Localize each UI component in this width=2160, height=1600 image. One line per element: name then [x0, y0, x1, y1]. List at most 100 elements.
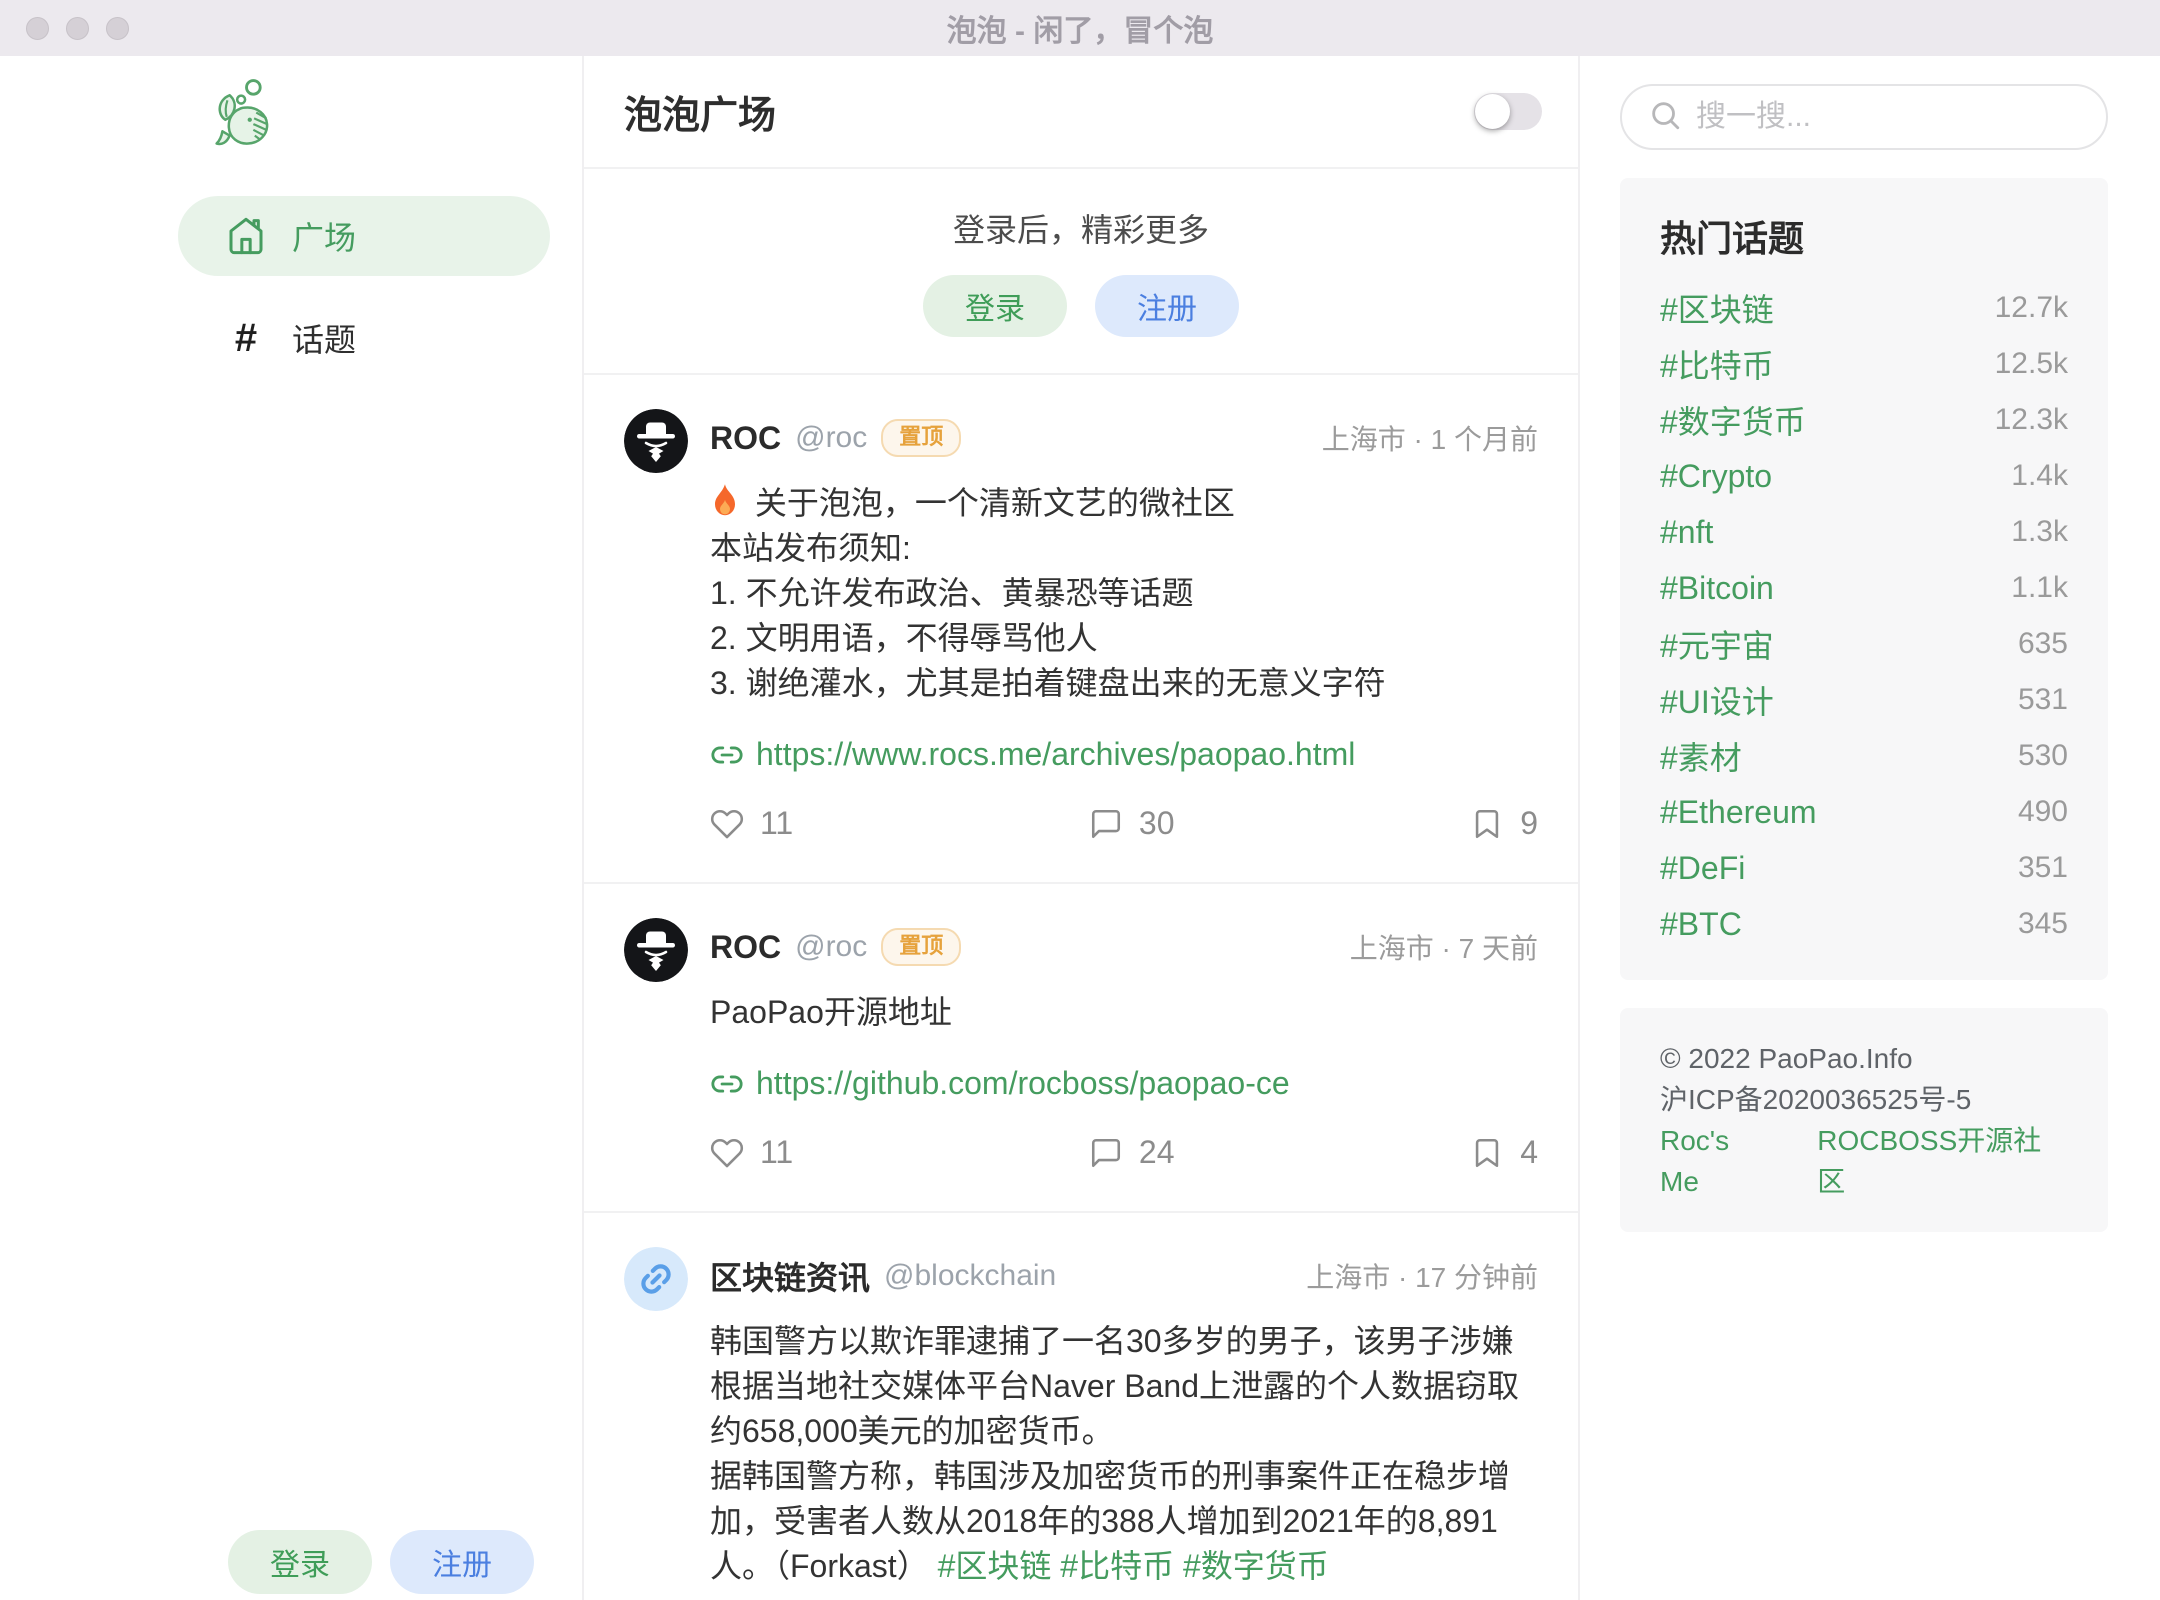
topic-tag-link[interactable]: #素材 — [1660, 733, 1742, 779]
post-author-handle[interactable]: @roc — [795, 930, 867, 964]
hashtag-link[interactable]: #区块链 — [938, 1548, 1052, 1584]
post-link-url[interactable]: https://www.rocs.me/archives/paopao.html — [756, 736, 1355, 773]
post-author-handle[interactable]: @blockchain — [884, 1259, 1056, 1293]
post-author-name[interactable]: ROC — [710, 929, 781, 966]
post-body: 关于泡泡，一个清新文艺的微社区本站发布须知:1. 不允许发布政治、黄暴恐等话题2… — [710, 481, 1538, 706]
post-stats: 11 24 4 — [710, 1134, 1538, 1211]
hash-icon: # — [226, 316, 266, 361]
post-meta: 上海市 · 17 分钟前 — [1306, 1256, 1538, 1296]
post-external-link[interactable]: https://www.rocs.me/archives/paopao.html — [710, 736, 1538, 773]
login-cta-text: 登录后，精彩更多 — [584, 205, 1578, 251]
topic-row: #Crypto 1.4k — [1660, 448, 2068, 504]
search-input[interactable] — [1696, 100, 2082, 134]
topic-row: #元宇宙635 — [1660, 616, 2068, 672]
topic-list: #区块链12.7k#比特币12.5k#数字货币12.3k#Crypto1.4k#… — [1660, 280, 2068, 952]
post-author-name[interactable]: 区块链资讯 — [710, 1253, 870, 1299]
topic-count: 531 — [2018, 683, 2068, 717]
topic-count: 12.5k — [1995, 347, 2068, 381]
minimize-window-button[interactable] — [66, 17, 89, 40]
bookmark-count: 9 — [1520, 805, 1538, 842]
topic-tag-link[interactable]: #UI设计 — [1660, 677, 1774, 723]
topic-row: #素材 530 — [1660, 728, 2068, 784]
topic-tag-link[interactable]: #nft — [1660, 514, 1713, 551]
post-text — [1051, 1548, 1060, 1584]
theme-toggle[interactable] — [1474, 93, 1542, 130]
like-button[interactable]: 11 — [710, 1134, 793, 1171]
comment-icon — [1089, 807, 1123, 841]
topic-tag-link[interactable]: #比特币 — [1660, 341, 1774, 387]
hashtag-link[interactable]: #比特币 — [1060, 1548, 1174, 1584]
roc-avatar[interactable] — [624, 409, 688, 473]
register-button[interactable]: 注册 — [390, 1530, 534, 1594]
copyright-text: © 2022 PaoPao.Info — [1660, 1038, 2068, 1079]
comment-button[interactable]: 24 — [1089, 1134, 1175, 1171]
footer-link[interactable]: ROCBOSS开源社区 — [1817, 1120, 2068, 1202]
topic-tag-link[interactable]: #Bitcoin — [1660, 570, 1774, 607]
roc-avatar[interactable] — [624, 918, 688, 982]
post-link-url[interactable]: https://github.com/rocboss/paopao-ce — [756, 1065, 1290, 1102]
cta-register-button[interactable]: 注册 — [1095, 275, 1239, 337]
topic-tag-link[interactable]: #BTC — [1660, 906, 1742, 943]
topic-count: 530 — [2018, 739, 2068, 773]
post-author-name[interactable]: ROC — [710, 420, 781, 457]
app-body: 广场 # 话题 登录 注册 泡泡广场 登录后，精彩更多 — [0, 56, 2160, 1600]
search-box[interactable] — [1620, 84, 2108, 150]
hashtag-link[interactable]: #数字货币 — [1183, 1548, 1329, 1584]
post-text: 关于泡泡，一个清新文艺的微社区 — [746, 485, 1235, 521]
sidebar-item-topics[interactable]: # 话题 — [178, 298, 550, 378]
post-header: 区块链资讯 @blockchain 上海市 · 17 分钟前 — [710, 1247, 1538, 1305]
window-title: 泡泡 - 闲了，冒个泡 — [947, 6, 1214, 50]
close-window-button[interactable] — [26, 17, 49, 40]
topic-tag-link[interactable]: #区块链 — [1660, 285, 1774, 331]
post-author-handle[interactable]: @roc — [795, 421, 867, 455]
login-button[interactable]: 登录 — [228, 1530, 372, 1594]
topic-tag-link[interactable]: #Crypto — [1660, 458, 1772, 495]
zoom-window-button[interactable] — [106, 17, 129, 40]
post-text: 2. 文明用语，不得辱骂他人 — [710, 620, 1098, 656]
link-icon — [710, 1067, 744, 1101]
post-body: 韩国警方以欺诈罪逮捕了一名30多岁的男子，该男子涉嫌根据当地社交媒体平台Nave… — [710, 1319, 1538, 1589]
topic-count: 351 — [2018, 851, 2068, 885]
sidebar-auth: 登录 注册 — [228, 1530, 534, 1594]
topic-tag-link[interactable]: #Ethereum — [1660, 794, 1817, 831]
feed-header: 泡泡广场 — [584, 56, 1578, 169]
topic-count: 1.4k — [2011, 459, 2068, 493]
post-list: ROC @roc 置顶 上海市 · 1 个月前 关于泡泡，一个清新文艺的微社区本站发布… — [584, 375, 1578, 1600]
sidebar-item-plaza[interactable]: 广场 — [178, 196, 550, 276]
topic-tag-link[interactable]: #数字货币 — [1660, 397, 1806, 443]
bookmark-button[interactable]: 9 — [1470, 805, 1538, 842]
like-button[interactable]: 11 — [710, 805, 793, 842]
topic-count: 1.1k — [2011, 571, 2068, 605]
topic-count: 12.7k — [1995, 291, 2068, 325]
topic-row: #DeFi 351 — [1660, 840, 2068, 896]
heart-icon — [710, 807, 744, 841]
comment-count: 24 — [1139, 1134, 1175, 1171]
footer-link[interactable]: Roc's Me — [1660, 1120, 1775, 1202]
topic-tag-link[interactable]: #元宇宙 — [1660, 621, 1774, 667]
topic-row: #比特币 12.5k — [1660, 336, 2068, 392]
cta-login-button[interactable]: 登录 — [923, 275, 1067, 337]
home-icon — [226, 216, 266, 256]
topic-row: #BTC345 — [1660, 896, 2068, 952]
sidebar-item-label: 广场 — [292, 213, 356, 259]
post-external-link[interactable]: https://github.com/rocboss/paopao-ce — [710, 1065, 1538, 1102]
topic-tag-link[interactable]: #DeFi — [1660, 850, 1745, 887]
pinned-badge: 置顶 — [881, 419, 961, 456]
right-sidebar: 热门话题 #区块链12.7k#比特币12.5k#数字货币12.3k#Crypto… — [1580, 56, 2160, 1600]
topic-row: #Bitcoin 1.1k — [1660, 560, 2068, 616]
bookmark-count: 4 — [1520, 1134, 1538, 1171]
paopao-logo whale-logo-icon[interactable] — [208, 76, 280, 152]
feed-column: 泡泡广场 登录后，精彩更多 登录 注册 ROC @roc 置顶 上海市 · 1 个月前… — [584, 56, 1580, 1600]
blockchain-avatar[interactable] — [624, 1247, 688, 1311]
topic-row: #UI设计 531 — [1660, 672, 2068, 728]
icp-number: 沪ICP备2020036525号-5 — [1660, 1079, 2068, 1120]
bookmark-button[interactable]: 4 — [1470, 1134, 1538, 1171]
comment-icon — [1089, 1136, 1123, 1170]
post-meta: 上海市 · 7 天前 — [1350, 927, 1538, 967]
sidebar-item-label: 话题 — [292, 315, 356, 361]
app-window: 泡泡 - 闲了，冒个泡 — [0, 0, 2160, 1600]
comment-count: 30 — [1139, 805, 1175, 842]
comment-button[interactable]: 30 — [1089, 805, 1175, 842]
post-meta: 上海市 · 1 个月前 — [1322, 418, 1538, 458]
post-text: 韩国警方以欺诈罪逮捕了一名30多岁的男子，该男子涉嫌根据当地社交媒体平台Nave… — [710, 1323, 1519, 1449]
